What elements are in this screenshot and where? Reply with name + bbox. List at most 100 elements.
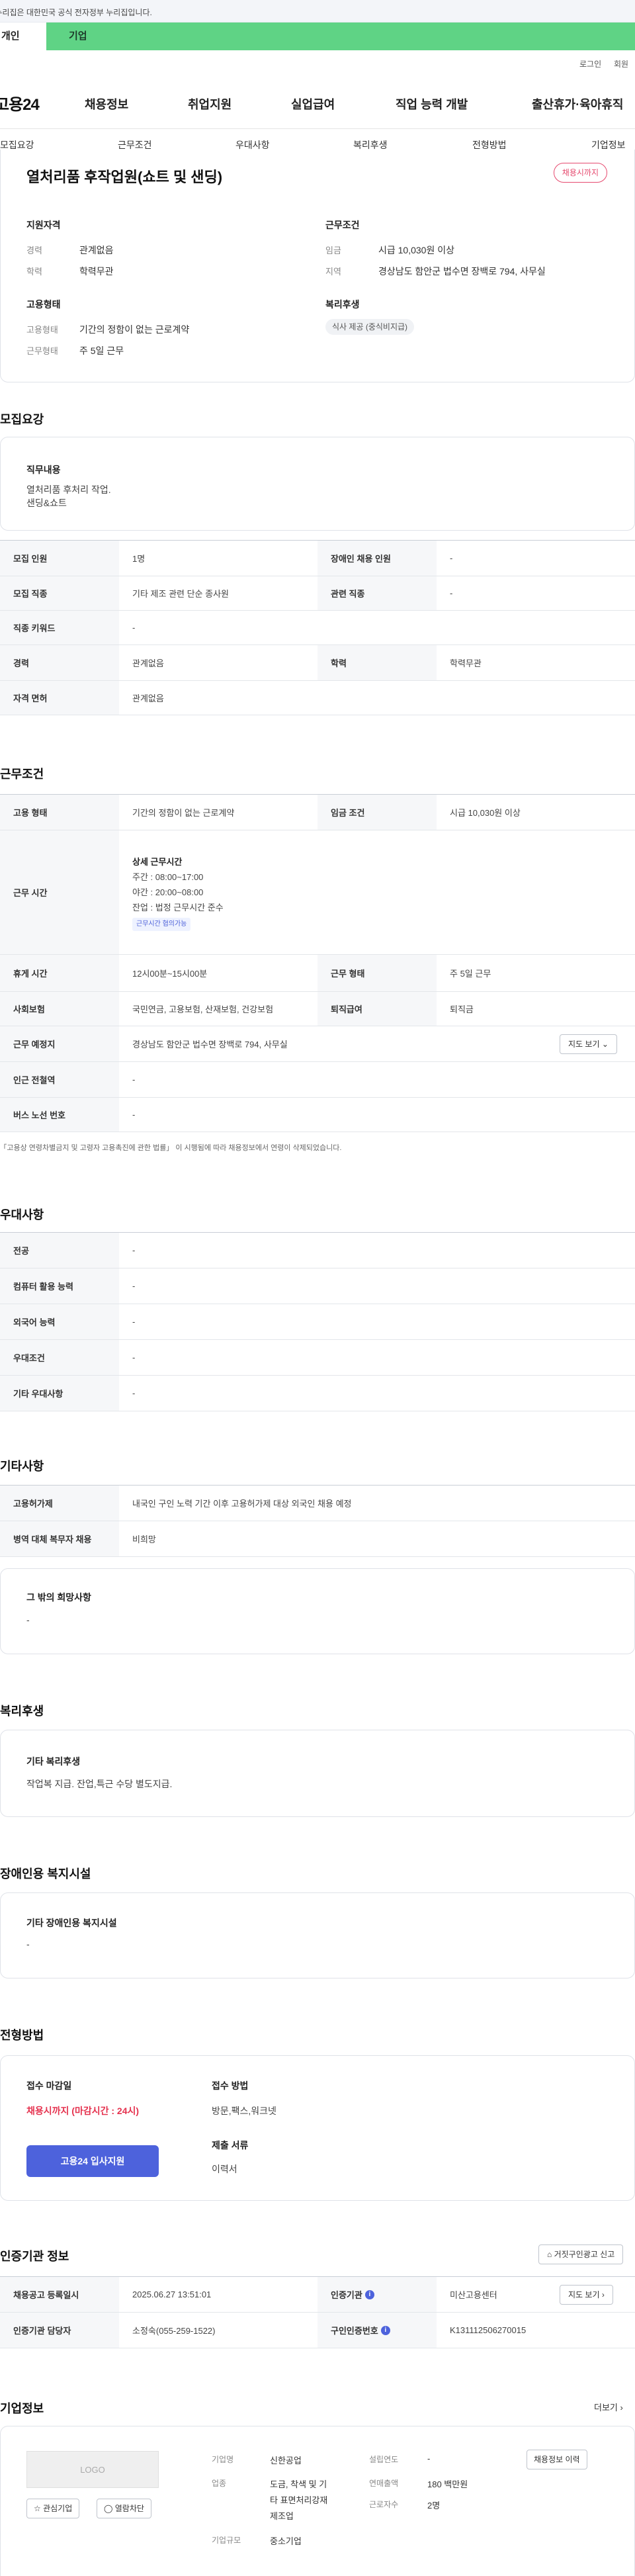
summary-emptype-label: 고용형태 <box>26 325 58 335</box>
table-row: 고용 형태 기간의 정함이 없는 근로계약 임금 조건 시급 10,030원 이… <box>0 795 635 830</box>
table-row: 외국어 능력 - <box>0 1304 635 1340</box>
summary-edu-value: 학력무관 <box>79 266 114 277</box>
table-cell: - <box>132 1075 136 1085</box>
gnb-item-training[interactable]: 직업 능력 개발 <box>396 95 468 112</box>
summary-welfare-heading: 복리후생 <box>325 299 360 310</box>
table-cell: 내국인 구인 노력 기간 이후 고용허가제 대상 외국인 채용 예정 <box>132 1499 352 1509</box>
conditions-table: 고용 형태 기간의 정함이 없는 근로계약 임금 조건 시급 10,030원 이… <box>0 794 635 1132</box>
gnb-item-unemployment-benefit[interactable]: 실업급여 <box>291 95 335 112</box>
summary-career-label: 경력 <box>26 245 42 255</box>
summary-region-value: 경상남도 함안군 법수면 장백로 794, 사무실 <box>378 266 546 277</box>
site-logo[interactable]: 고용24 <box>0 91 40 114</box>
welfare-section-title: 복리후생 <box>0 1705 44 1718</box>
table-cell: 학력무관 <box>450 658 482 668</box>
tab-person[interactable]: 개인 <box>0 22 46 50</box>
table-cell: 기간의 정함이 없는 근로계약 <box>132 808 235 818</box>
hours-day: 주간 : 08:00~17:00 <box>132 871 204 882</box>
founded-label: 설립연도 <box>369 2455 399 2464</box>
gnb-item-parental-leave[interactable]: 출산휴가·육아휴직 <box>532 95 623 112</box>
table-header: 경력 <box>0 645 119 680</box>
table-header: 컴퓨터 활용 능력 <box>0 1268 119 1304</box>
selection-section-title: 전형방법 <box>0 2029 44 2042</box>
table-header: 버스 노선 번호 <box>0 1098 119 1132</box>
table-header: 인증기관 i <box>318 2277 437 2312</box>
welfare-heading: 기타 복리후생 <box>26 1756 81 1767</box>
table-row: 인근 전철역 - <box>0 1062 635 1098</box>
table-row: 컴퓨터 활용 능력 - <box>0 1268 635 1304</box>
table-cell: 시급 10,030원 이상 <box>450 808 521 818</box>
preference-table: 전공 - 컴퓨터 활용 능력 - 외국어 능력 - 우대조건 - 기타 우대사항… <box>0 1232 635 1411</box>
table-header: 임금 조건 <box>318 795 437 830</box>
table-header: 근무 형태 <box>318 955 437 991</box>
map-view-button[interactable]: 지도 보기 ⌄ <box>560 1034 617 1054</box>
table-header: 모집 직종 <box>0 576 119 610</box>
summary-wage-value: 시급 10,030원 이상 <box>378 245 454 255</box>
table-cell: 경상남도 함안군 법수면 장백로 794, 사무실 <box>132 1040 288 1049</box>
table-header: 자격 면허 <box>0 681 119 715</box>
table-cell: 국민연금, 고용보험, 산재보험, 건강보험 <box>132 1004 274 1014</box>
table-cell: 2025.06.27 13:51:01 <box>132 2289 212 2299</box>
hours-overtime: 잔업 : 법정 근무시간 준수 <box>132 902 224 912</box>
working-hours-cell: 상세 근무시간 주간 : 08:00~17:00 야간 : 20:00~08:0… <box>119 830 635 954</box>
gnb-item-jobs[interactable]: 채용정보 <box>85 95 128 112</box>
welfare-box <box>0 1730 635 1817</box>
login-link[interactable]: 로그인 <box>579 58 601 69</box>
company-name-label: 기업명 <box>212 2455 234 2464</box>
table-cell: - <box>132 1317 136 1327</box>
block-view-button[interactable]: ◯ 열람차단 <box>97 2499 151 2518</box>
table-header: 기타 우대사항 <box>0 1376 119 1411</box>
hiring-history-button[interactable]: 채용정보 이력 <box>527 2450 587 2469</box>
table-row: 모집 인원 1명 장애인 채용 인원 - <box>0 541 635 576</box>
table-header: 우대조건 <box>0 1340 119 1375</box>
agency-map-button[interactable]: 지도 보기 › <box>560 2285 613 2305</box>
table-cell: - <box>132 1281 136 1291</box>
table-header: 관련 직종 <box>318 576 437 610</box>
info-icon[interactable]: i <box>364 2289 374 2299</box>
summary-cond-heading: 근무조건 <box>325 220 360 230</box>
tab-company[interactable]: 기업 <box>69 22 87 50</box>
report-fake-ad-label: 거짓구인광고 신고 <box>554 2250 615 2259</box>
table-row: 휴게 시간 12시00분~15시00분 근무 형태 주 5일 근무 <box>0 955 635 992</box>
company-logo-placeholder: LOGO <box>26 2451 159 2488</box>
report-fake-ad-button[interactable]: ⌂ 거짓구인광고 신고 <box>538 2244 624 2264</box>
summary-edu-label: 학력 <box>26 267 42 277</box>
table-header: 사회보험 <box>0 992 119 1026</box>
table-cell: 12시00분~15시00분 <box>132 969 208 979</box>
gnb-item-employment-support[interactable]: 취업지원 <box>188 95 232 112</box>
industry-line-1: 도금, 착색 및 기 <box>270 2479 327 2489</box>
summary-qual-heading: 지원자격 <box>26 220 61 230</box>
job-title: 열처리품 후작업원(쇼트 및 샌딩) <box>26 169 223 185</box>
table-header: 인증기관 담당자 <box>0 2313 119 2348</box>
table-cell: - <box>132 1388 136 1398</box>
table-cell: 기타 제조 관련 단순 종사원 <box>132 589 230 599</box>
table-row: 우대조건 - <box>0 1340 635 1376</box>
table-cell: 비희망 <box>132 1534 156 1544</box>
table-cell: 소정숙(055-259-1522) <box>132 2326 216 2336</box>
disabled-box <box>0 1892 635 1978</box>
info-icon[interactable]: i <box>380 2325 390 2335</box>
industry-line-3: 제조업 <box>270 2511 294 2521</box>
table-cell: - <box>450 588 453 598</box>
summary-wage-label: 임금 <box>325 245 341 255</box>
table-cell: K131112506270015 <box>450 2325 527 2335</box>
join-link[interactable]: 회원 <box>614 58 628 69</box>
welfare-chip: 식사 제공 (중식비지급) <box>325 319 415 335</box>
table-header: 고용 형태 <box>0 795 119 830</box>
company-more-link[interactable]: 더보기 › <box>594 2401 623 2413</box>
favorite-company-button[interactable]: ☆ 관심기업 <box>26 2499 80 2518</box>
table-header: 채용공고 등록일시 <box>0 2277 119 2312</box>
company-name-value: 신한공업 <box>270 2456 302 2465</box>
selection-box <box>0 2055 635 2201</box>
other-wish-value: - <box>26 1615 30 1625</box>
table-row: 모집 직종 기타 제조 관련 단순 종사원 관련 직종 - <box>0 576 635 611</box>
table-row: 근무 시간 상세 근무시간 주간 : 08:00~17:00 야간 : 20:0… <box>0 830 635 955</box>
summary-worktype-label: 근무형태 <box>26 346 58 356</box>
table-cell: 1명 <box>132 554 146 564</box>
table-cell: - <box>450 553 453 563</box>
table-header: 근무 시간 <box>0 830 119 954</box>
table-row: 인증기관 담당자 소정숙(055-259-1522) 구인인증번호 i K1311… <box>0 2313 635 2348</box>
agency-table: 채용공고 등록일시 2025.06.27 13:51:01 인증기관 i 미산고용… <box>0 2276 635 2348</box>
table-row: 병역 대체 복무자 채용 비희망 <box>0 1521 635 1557</box>
table-header: 휴게 시간 <box>0 955 119 991</box>
apply-button[interactable]: 고용24 입사지원 <box>26 2145 159 2177</box>
